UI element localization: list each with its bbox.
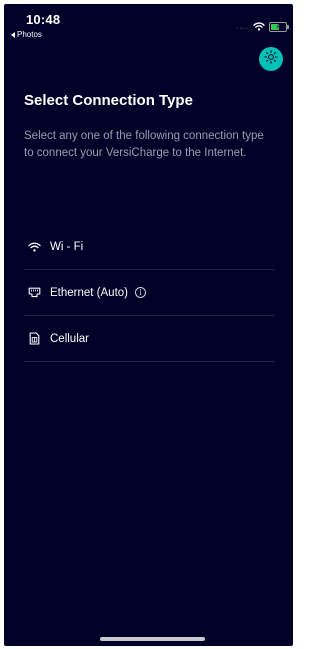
option-ethernet[interactable]: Ethernet (Auto) i: [24, 270, 275, 316]
theme-toggle-button[interactable]: [259, 47, 283, 71]
option-cellular[interactable]: Cellular: [24, 316, 275, 362]
back-arrow-icon: [11, 31, 15, 38]
option-wifi[interactable]: Wi - Fi: [24, 224, 275, 270]
status-indicators: .... ⚡: [236, 18, 289, 36]
back-to-app-link[interactable]: Photos: [11, 30, 42, 39]
option-label-wifi: Wi - Fi: [50, 240, 84, 253]
connection-options-list: Wi - Fi Ethernet (Auto) i Cellular: [24, 224, 275, 362]
info-icon[interactable]: i: [134, 287, 146, 298]
battery-charging-icon: ⚡: [269, 22, 289, 32]
status-time: 10:48: [26, 12, 61, 27]
cellular-signal-icon: ....: [236, 22, 249, 31]
wifi-icon: [27, 240, 41, 254]
charging-bolt-icon: ⚡: [275, 23, 281, 31]
option-label-ethernet: Ethernet (Auto): [50, 286, 128, 299]
status-bar: 10:48 Photos .... ⚡: [4, 4, 293, 44]
sim-card-icon: [27, 332, 41, 346]
option-label-cellular: Cellular: [50, 332, 89, 345]
page-description: Select any one of the following connecti…: [24, 130, 264, 159]
wifi-status-icon: [253, 18, 265, 36]
page-title: Select Connection Type: [24, 92, 193, 109]
ethernet-icon: [27, 286, 41, 300]
app-screen: 10:48 Photos .... ⚡ Select Connection Ty…: [4, 4, 293, 646]
sun-icon: [264, 49, 278, 69]
back-app-label: Photos: [17, 30, 42, 39]
home-indicator[interactable]: [100, 637, 205, 641]
